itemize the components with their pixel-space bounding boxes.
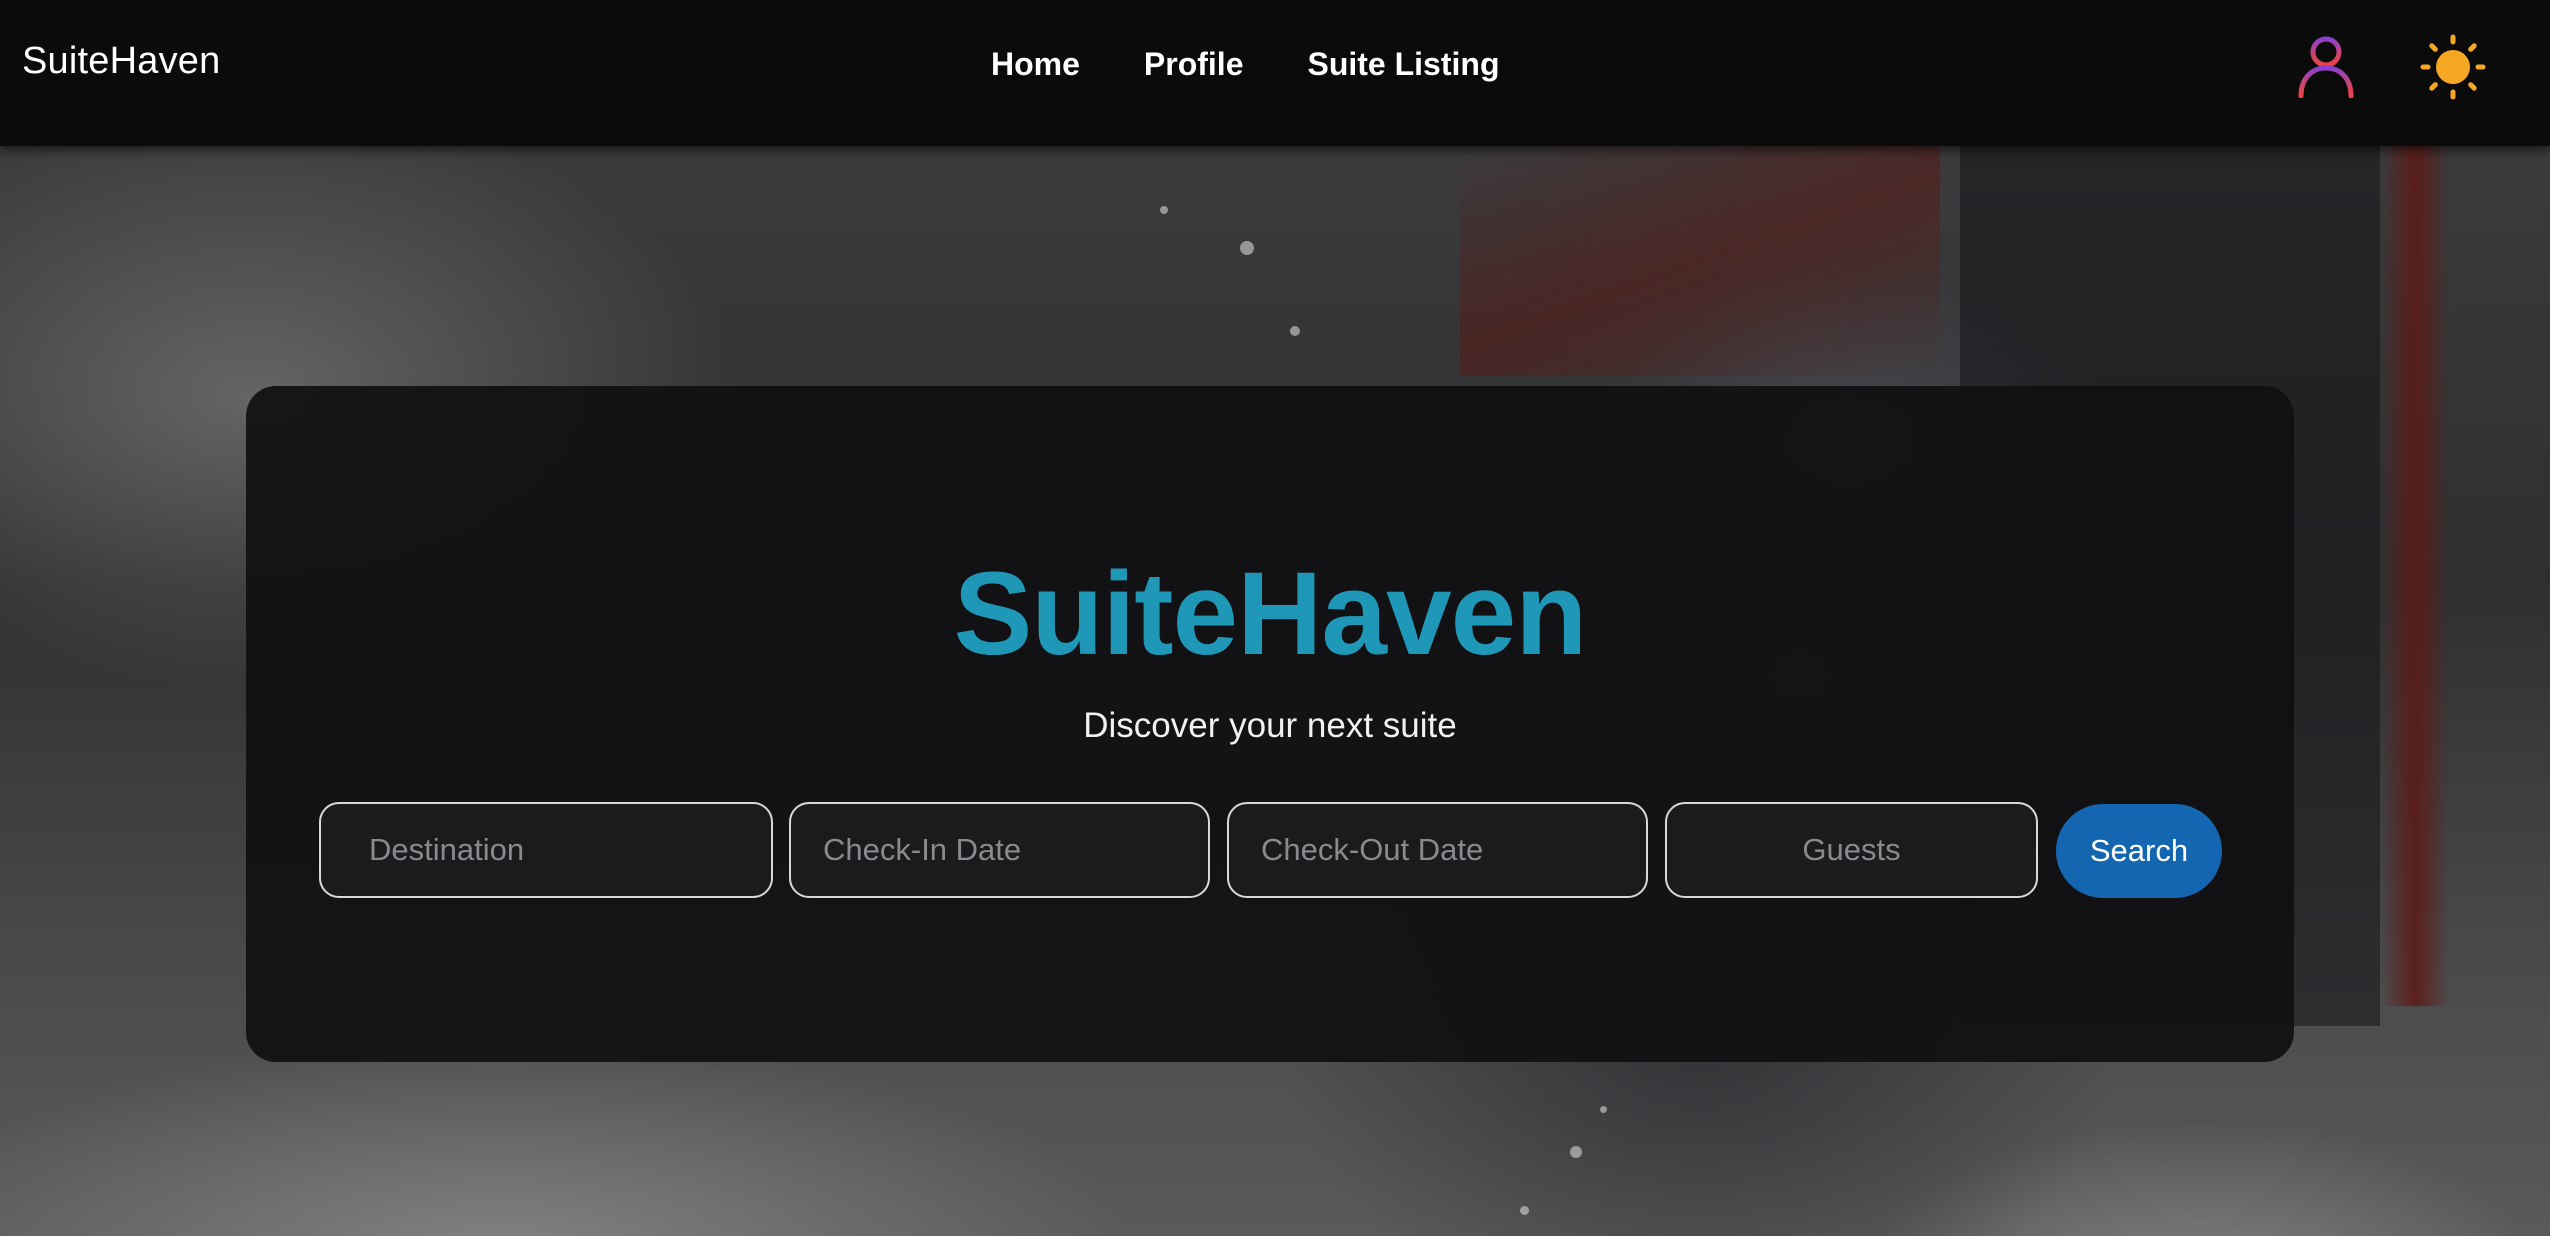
destination-input[interactable] xyxy=(319,802,773,898)
check-out-date-input[interactable] xyxy=(1227,802,1648,898)
user-icon[interactable] xyxy=(2296,34,2356,99)
nav-links: Home Profile Suite Listing xyxy=(991,46,1499,83)
hero-title: SuiteHaven xyxy=(953,548,1588,680)
nav-link-suite-listing[interactable]: Suite Listing xyxy=(1307,46,1499,83)
search-card: SuiteHaven Discover your next suite Sear… xyxy=(246,386,2294,1062)
search-button[interactable]: Search xyxy=(2056,804,2222,898)
check-in-date-input[interactable] xyxy=(789,802,1210,898)
nav-link-profile[interactable]: Profile xyxy=(1144,46,1244,83)
sun-icon[interactable] xyxy=(2420,34,2486,100)
nav-link-home[interactable]: Home xyxy=(991,46,1080,83)
brand-logo[interactable]: SuiteHaven xyxy=(22,40,220,83)
search-form: Search xyxy=(246,802,2294,902)
guests-input[interactable] xyxy=(1665,802,2038,898)
hero-subtitle: Discover your next suite xyxy=(1083,706,1457,745)
top-navbar: SuiteHaven Home Profile Suite Listing xyxy=(0,0,2550,146)
page: SuiteHaven Home Profile Suite Listing Su… xyxy=(0,0,2550,1236)
